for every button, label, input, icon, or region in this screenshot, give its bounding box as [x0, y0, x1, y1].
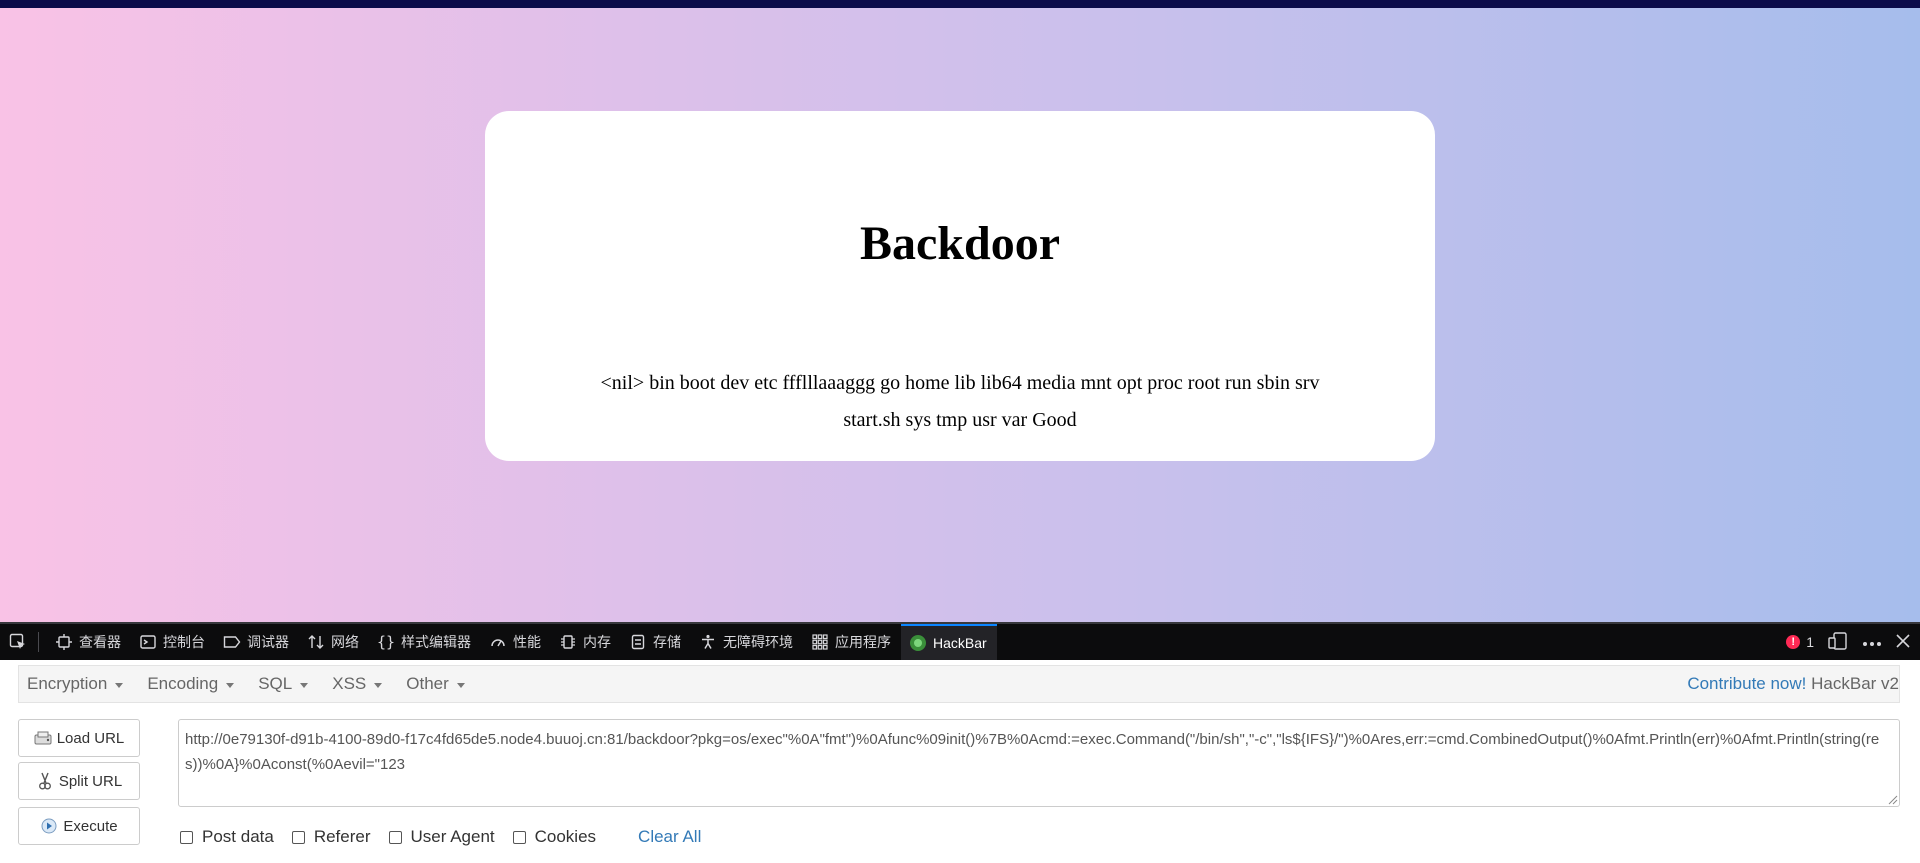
toolbar-divider: [38, 632, 39, 652]
clear-all-link[interactable]: Clear All: [638, 827, 701, 847]
contribute-link[interactable]: Contribute now!: [1687, 674, 1806, 693]
menu-xss[interactable]: XSS: [324, 674, 392, 694]
tab-memory[interactable]: 内存: [551, 624, 621, 660]
tab-label: 样式编辑器: [401, 634, 471, 650]
tab-network[interactable]: 网络: [299, 624, 369, 660]
tab-label: 查看器: [79, 634, 121, 650]
tab-label: 无障碍环境: [723, 634, 793, 650]
hackbar-icon: [909, 634, 927, 652]
style-editor-icon: {}: [376, 633, 396, 651]
checkbox-box: [291, 830, 305, 844]
network-icon: [307, 633, 325, 651]
hackbar-version: HackBar v2: [1811, 674, 1899, 693]
responsive-design-icon[interactable]: [1828, 631, 1848, 653]
browser-top-strip: [0, 0, 1920, 8]
command-output: <nil> bin boot dev etc ffflllaaaggg go h…: [600, 372, 1320, 431]
play-icon: [40, 817, 58, 835]
devtools-right-controls: ! 1: [1786, 631, 1920, 653]
tab-label: 内存: [583, 634, 611, 650]
load-url-button[interactable]: Load URL: [18, 719, 140, 757]
caret-down-icon: [115, 682, 124, 688]
menu-encryption[interactable]: Encryption: [19, 674, 133, 694]
menu-other[interactable]: Other: [398, 674, 475, 694]
referer-checkbox[interactable]: Referer: [291, 827, 371, 847]
checkbox-label: Post data: [202, 827, 274, 846]
devtools-toolbar: 查看器 控制台 调试器 网络 {} 样式编辑器 性能 内存 存储 无障碍环境 应…: [0, 622, 1920, 660]
content-card: Backdoor <nil> bin boot dev etc ffflllaa…: [485, 111, 1435, 461]
option-checkboxes: Post data Referer User Agent Cookies Cle…: [180, 827, 701, 847]
user-agent-checkbox[interactable]: User Agent: [388, 827, 495, 847]
tab-application[interactable]: 应用程序: [803, 624, 901, 660]
close-icon[interactable]: [1896, 633, 1910, 651]
accessibility-icon: [699, 633, 717, 651]
menu-encoding[interactable]: Encoding: [139, 674, 244, 694]
page-background: Backdoor <nil> bin boot dev etc ffflllaa…: [0, 8, 1920, 622]
application-icon: [811, 633, 829, 651]
caret-down-icon: [300, 682, 309, 688]
tab-label: 应用程序: [835, 634, 891, 650]
checkbox-label: Referer: [313, 827, 371, 846]
caret-down-icon: [456, 682, 465, 688]
tab-debugger[interactable]: 调试器: [215, 624, 299, 660]
execute-button[interactable]: Execute: [18, 807, 140, 845]
menu-label: Encryption: [27, 674, 108, 693]
tab-console[interactable]: 控制台: [131, 624, 215, 660]
tab-label: 存储: [653, 634, 681, 650]
element-picker-icon: [9, 633, 25, 649]
inspector-icon: [55, 633, 73, 651]
error-counter[interactable]: ! 1: [1786, 634, 1814, 650]
memory-icon: [559, 633, 577, 651]
console-icon: [139, 633, 157, 651]
hackbar-menubar: Encryption Encoding SQL XSS Other Contri…: [18, 665, 1900, 703]
tab-accessibility[interactable]: 无障碍环境: [691, 624, 803, 660]
contribute-area: Contribute now! HackBar v2: [1687, 674, 1899, 694]
menu-label: XSS: [332, 674, 367, 693]
menu-label: Other: [406, 674, 449, 693]
url-textarea[interactable]: http://0e79130f-d91b-4100-89d0-f17c4fd65…: [178, 719, 1900, 807]
tab-label: HackBar: [933, 635, 987, 651]
tab-label: 性能: [513, 634, 541, 650]
element-picker-button[interactable]: [4, 624, 32, 660]
tab-performance[interactable]: 性能: [481, 624, 551, 660]
checkbox-box: [388, 830, 402, 844]
caret-down-icon: [226, 682, 235, 688]
resize-grip-icon[interactable]: [1886, 793, 1898, 805]
tab-label: 调试器: [247, 634, 289, 650]
scissors-icon: [36, 772, 54, 790]
execute-label: Execute: [63, 817, 118, 835]
checkbox-label: User Agent: [410, 827, 495, 846]
tab-inspector[interactable]: 查看器: [47, 624, 131, 660]
page-title: Backdoor: [859, 217, 1060, 270]
tab-storage[interactable]: 存储: [621, 624, 691, 660]
storage-icon: [629, 633, 647, 651]
hackbar-panel: Encryption Encoding SQL XSS Other Contri…: [0, 660, 1920, 863]
menu-label: SQL: [258, 674, 293, 693]
more-options-icon[interactable]: [1862, 634, 1882, 650]
tab-hackbar[interactable]: HackBar: [901, 624, 997, 660]
cookies-checkbox[interactable]: Cookies: [512, 827, 597, 847]
checkbox-box: [512, 830, 526, 844]
error-icon: !: [1786, 635, 1801, 649]
checkbox-label: Cookies: [534, 827, 597, 846]
error-count: 1: [1806, 634, 1814, 650]
caret-down-icon: [374, 682, 383, 688]
debugger-icon: [223, 633, 241, 651]
post-data-checkbox[interactable]: Post data: [180, 827, 274, 847]
tab-label: 网络: [331, 634, 359, 650]
performance-icon: [489, 633, 507, 651]
menu-label: Encoding: [147, 674, 219, 693]
tab-style-editor[interactable]: {} 样式编辑器: [369, 624, 481, 660]
tab-label: 控制台: [163, 634, 205, 650]
load-url-label: Load URL: [56, 729, 125, 747]
split-url-button[interactable]: Split URL: [18, 762, 140, 800]
split-url-label: Split URL: [58, 772, 123, 790]
load-url-icon: [34, 729, 52, 747]
checkbox-box: [180, 830, 193, 844]
menu-sql[interactable]: SQL: [250, 674, 318, 694]
